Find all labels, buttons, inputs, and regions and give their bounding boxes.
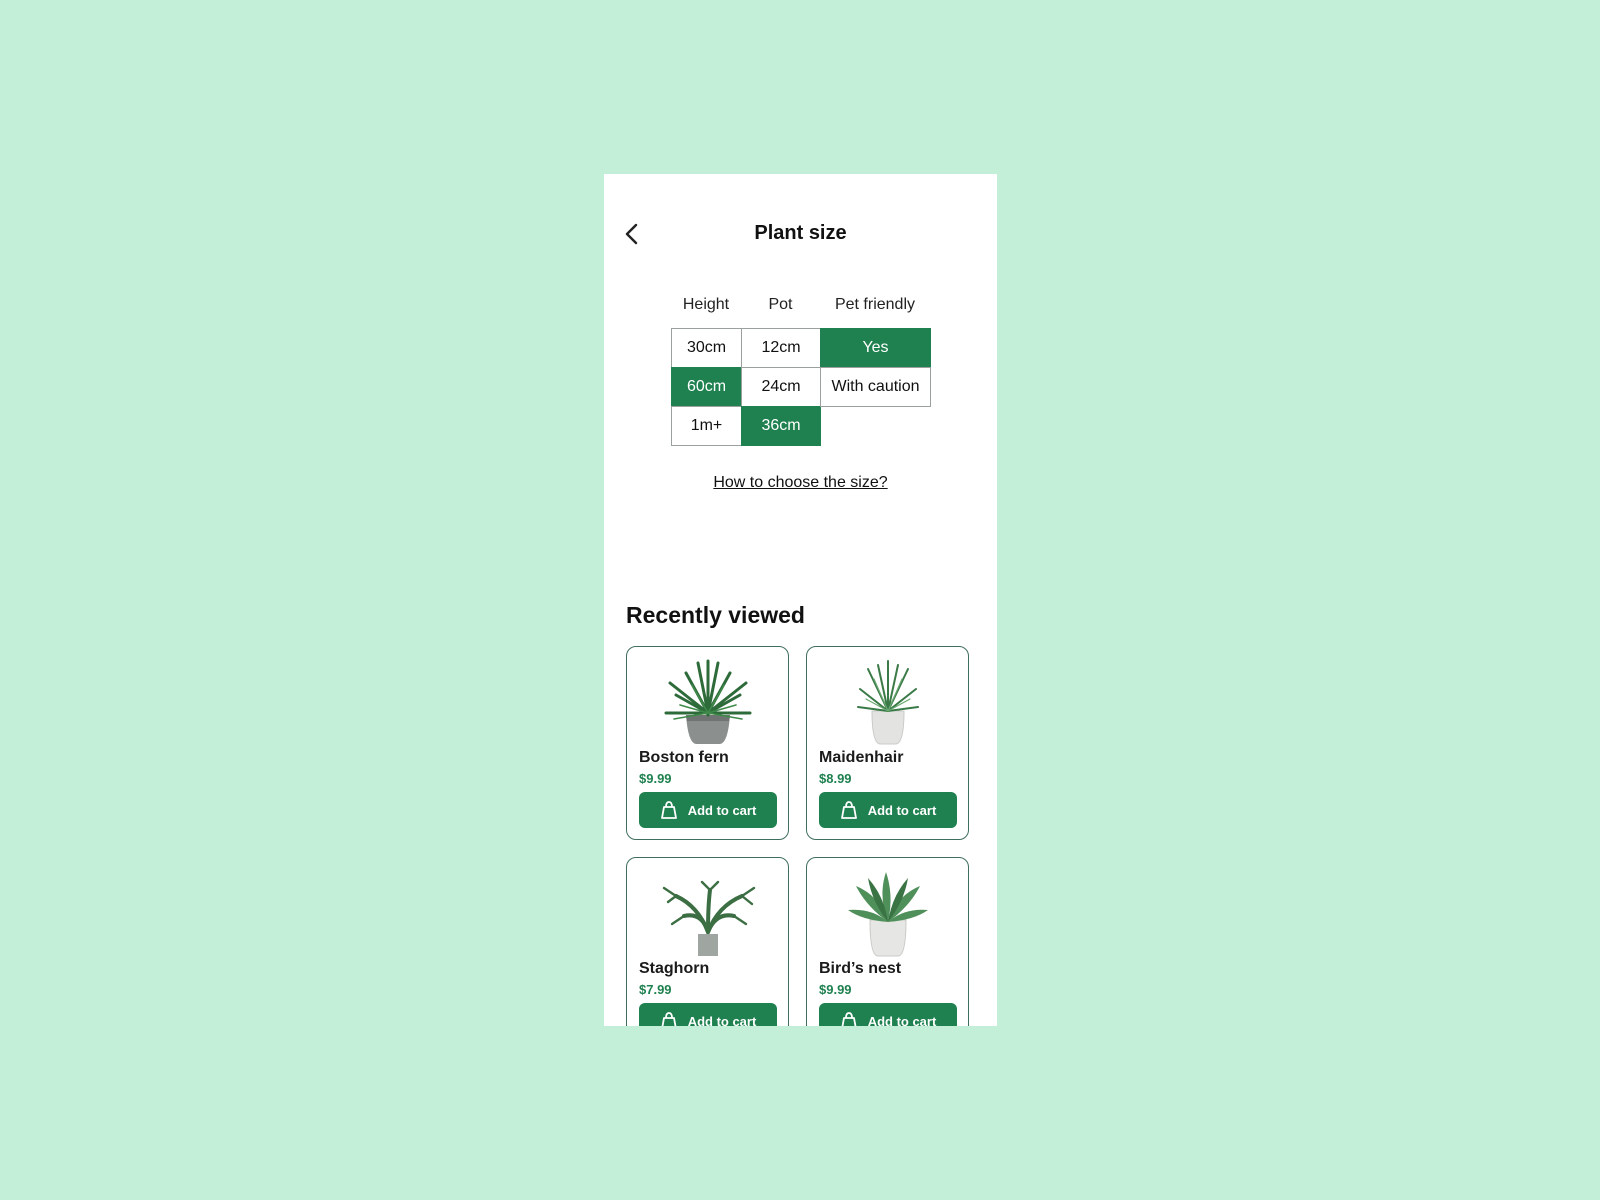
maidenhair-image [857, 660, 919, 745]
product-card-maidenhair[interactable]: Maidenhair $8.99 Add to cart [806, 646, 969, 840]
add-to-cart-label: Add to cart [687, 802, 757, 818]
product-name: Staghorn [639, 960, 710, 977]
product-name: Boston fern [639, 749, 729, 766]
product-card-birds-nest[interactable]: Bird’s nest $9.99 Add to cart [806, 857, 969, 1026]
column-header-height: Height [682, 296, 730, 313]
product-name: Maidenhair [819, 749, 904, 766]
add-to-cart-label: Add to cart [687, 1013, 757, 1027]
shopping-bag-icon [840, 801, 857, 819]
how-to-choose-size-link[interactable]: How to choose the size? [604, 474, 997, 492]
column-header-pot: Pot [768, 296, 793, 313]
column-header-pet-friendly: Pet friendly [834, 296, 916, 313]
add-to-cart-label: Add to cart [867, 802, 937, 818]
pot-option-24cm[interactable]: 24cm [741, 367, 821, 407]
page-title: Plant size [754, 222, 847, 244]
product-price: $8.99 [819, 771, 852, 786]
shopping-bag-icon [660, 801, 677, 819]
product-price: $9.99 [639, 771, 672, 786]
product-name: Bird’s nest [819, 960, 902, 977]
add-to-cart-label: Add to cart [867, 1013, 937, 1027]
boston-fern-image [664, 659, 752, 744]
product-price: $7.99 [639, 982, 672, 997]
pet-option-yes[interactable]: Yes [820, 328, 931, 368]
header: Plant size [604, 210, 997, 258]
add-to-cart-button[interactable]: Add to cart [639, 792, 777, 828]
add-to-cart-button[interactable]: Add to cart [819, 1003, 957, 1026]
height-option-1m-plus[interactable]: 1m+ [671, 406, 742, 446]
height-option-60cm[interactable]: 60cm [671, 367, 742, 407]
height-option-30cm[interactable]: 30cm [671, 328, 742, 368]
pot-option-12cm[interactable]: 12cm [741, 328, 821, 368]
product-card-boston-fern[interactable]: Boston fern $9.99 Add to cart [626, 646, 789, 840]
add-to-cart-button[interactable]: Add to cart [639, 1003, 777, 1026]
pet-option-with-caution[interactable]: With caution [820, 367, 931, 407]
product-card-staghorn[interactable]: Staghorn $7.99 Add to cart [626, 857, 789, 1026]
staghorn-image [662, 880, 756, 956]
birds-nest-image [848, 872, 928, 957]
shopping-bag-icon [841, 1012, 857, 1026]
pot-option-36cm[interactable]: 36cm [741, 406, 821, 446]
product-price: $9.99 [819, 982, 852, 997]
phone-screen: Plant size Height Pot Pet friendly 30cm … [604, 174, 997, 1026]
recently-viewed-title: Recently viewed [626, 602, 805, 628]
add-to-cart-button[interactable]: Add to cart [819, 792, 957, 828]
shopping-bag-icon [661, 1012, 677, 1026]
